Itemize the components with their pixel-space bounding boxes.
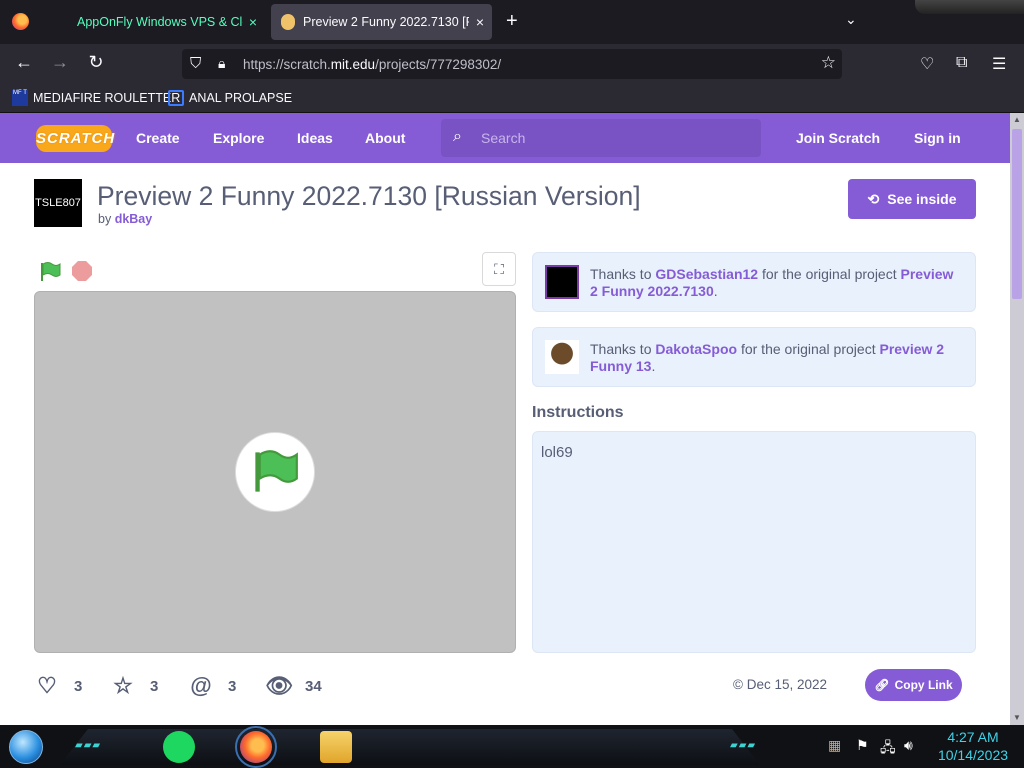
shared-date: © Dec 15, 2022 bbox=[733, 677, 828, 692]
avatar[interactable] bbox=[545, 265, 579, 299]
spotify-icon[interactable] bbox=[163, 731, 195, 763]
remix-count: 3 bbox=[228, 677, 237, 695]
lock-icon[interactable]: 🔒︎ bbox=[218, 55, 225, 72]
menu-icon[interactable]: ☰ bbox=[992, 54, 1006, 74]
love-stat[interactable]: ♡ 3 bbox=[34, 673, 82, 699]
pocket-icon[interactable]: ♡ bbox=[920, 54, 934, 74]
scroll-down-icon[interactable]: ▼ bbox=[1010, 713, 1024, 722]
remix-user-link[interactable]: DakotaSpoo bbox=[655, 341, 737, 357]
remix-credit: Thanks to DakotaSpoo for the original pr… bbox=[532, 327, 976, 387]
star-icon[interactable]: ☆ bbox=[110, 673, 136, 699]
file-explorer-icon[interactable] bbox=[320, 731, 352, 763]
scratch-navbar: SCRATCH Create Explore Ideas About ⌕ Sea… bbox=[0, 113, 1010, 163]
sign-in-link[interactable]: Sign in bbox=[914, 130, 961, 146]
new-tab-button[interactable]: + bbox=[506, 10, 518, 33]
tab-scratch-project[interactable]: Preview 2 Funny 2022.7130 [Rus × bbox=[271, 4, 492, 40]
instructions-heading: Instructions bbox=[532, 404, 624, 421]
author-link[interactable]: dkBay bbox=[115, 212, 153, 226]
bookmark-mediafire[interactable]: MF T MEDIAFIRE ROULETTER bbox=[12, 90, 180, 106]
bookmarks-toolbar: MF T MEDIAFIRE ROULETTER ANAL PROLAPSE bbox=[0, 84, 1024, 113]
network-icon[interactable]: 🖧︎ bbox=[880, 737, 896, 761]
firefox-icon[interactable] bbox=[235, 726, 277, 768]
nav-about[interactable]: About bbox=[365, 130, 405, 146]
search-input[interactable]: ⌕ Search bbox=[441, 119, 761, 157]
project-stage[interactable] bbox=[34, 291, 516, 653]
reload-icon[interactable]: ↻ bbox=[84, 52, 108, 73]
tab-title: AppOnFly Windows VPS & Clou bbox=[77, 15, 243, 29]
green-flag-icon[interactable] bbox=[39, 261, 61, 283]
see-inside-button[interactable]: ⟲ See inside bbox=[848, 179, 976, 219]
nav-explore[interactable]: Explore bbox=[213, 130, 264, 146]
link-icon: 🔗︎ bbox=[874, 678, 890, 692]
join-scratch-link[interactable]: Join Scratch bbox=[796, 130, 880, 146]
remix-credit: Thanks to GDSebastian12 for the original… bbox=[532, 252, 976, 312]
tab-close-icon[interactable]: × bbox=[249, 14, 257, 30]
navigation-toolbar: ← → ↻ ⛉ 🔒︎ https://scratch.mit.edu/proje… bbox=[0, 44, 1024, 84]
start-flag-button[interactable] bbox=[235, 432, 315, 512]
view-count: 34 bbox=[305, 677, 322, 695]
mediafire-icon: MF T bbox=[12, 90, 28, 106]
address-bar[interactable]: ⛉ 🔒︎ https://scratch.mit.edu/projects/77… bbox=[182, 49, 842, 79]
scrollbar-thumb[interactable] bbox=[1012, 129, 1022, 299]
favorite-count: 3 bbox=[150, 677, 159, 695]
clock-time: 4:27 AM bbox=[947, 729, 999, 745]
instructions-text: lol69 bbox=[541, 444, 573, 461]
views-stat: 👁︎ 34 bbox=[265, 673, 322, 699]
action-center-flag-icon[interactable]: ⚑ bbox=[856, 737, 869, 754]
scroll-up-icon[interactable]: ▲ bbox=[1010, 115, 1024, 124]
remix-credit-text: Thanks to DakotaSpoo for the original pr… bbox=[590, 341, 945, 374]
taskbar-decoration-lights: ▰▰▰ bbox=[730, 740, 757, 751]
firefox-icon bbox=[12, 13, 29, 30]
volume-icon[interactable]: 🔊︎ bbox=[904, 737, 913, 754]
extensions-icon[interactable]: ⧉ bbox=[956, 54, 967, 72]
copy-link-button[interactable]: 🔗︎ Copy Link bbox=[865, 669, 962, 701]
remix-credit-text: Thanks to GDSebastian12 for the original… bbox=[590, 266, 954, 299]
tab-close-icon[interactable]: × bbox=[476, 14, 484, 30]
scratch-favicon-icon bbox=[281, 14, 295, 30]
project-title: Preview 2 Funny 2022.7130 [Russian Versi… bbox=[97, 181, 641, 211]
window-frame-decoration bbox=[915, 0, 1024, 14]
remix-stat: @ 3 bbox=[188, 673, 236, 699]
see-inside-icon: ⟲ bbox=[867, 190, 880, 207]
bookmark-star-icon[interactable]: ☆ bbox=[821, 53, 836, 73]
clock-date: 10/14/2023 bbox=[937, 747, 1009, 763]
search-icon: ⌕ bbox=[453, 128, 462, 145]
clock[interactable]: 4:27 AM 10/14/2023 bbox=[928, 728, 1018, 764]
bookmark-label: ANAL PROLAPSE bbox=[189, 91, 293, 105]
favorite-stat[interactable]: ☆ 3 bbox=[110, 673, 158, 699]
remix-spiral-icon: @ bbox=[190, 673, 212, 698]
stop-icon[interactable] bbox=[72, 261, 92, 281]
list-all-tabs-icon[interactable]: ⌄ bbox=[845, 11, 857, 28]
instructions-box: lol69 bbox=[532, 431, 976, 653]
taskbar: ▰▰▰ ▰▰▰ ▦ ⚑ 🖧︎ 🔊︎ 4:27 AM 10/14/2023 bbox=[0, 725, 1024, 768]
eye-icon: 👁︎ bbox=[265, 673, 293, 698]
nav-ideas[interactable]: Ideas bbox=[297, 130, 333, 146]
search-placeholder: Search bbox=[481, 130, 526, 146]
author-thumbnail[interactable]: TSLE807 bbox=[34, 179, 82, 227]
scratch-logo[interactable]: SCRATCH bbox=[36, 125, 114, 152]
forward-icon[interactable]: → bbox=[48, 52, 72, 73]
taskbar-decoration-lights: ▰▰▰ bbox=[75, 740, 102, 751]
tab-apponfly[interactable]: AppOnFly Windows VPS & Clou × bbox=[60, 4, 265, 40]
nav-create[interactable]: Create bbox=[136, 130, 180, 146]
remix-user-link[interactable]: GDSebastian12 bbox=[655, 266, 758, 282]
url-text[interactable]: https://scratch.mit.edu/projects/7772983… bbox=[243, 57, 501, 72]
byline: by dkBay bbox=[98, 212, 153, 226]
green-flag-icon bbox=[255, 450, 298, 492]
start-button[interactable] bbox=[9, 730, 43, 764]
avatar[interactable] bbox=[545, 340, 579, 374]
fullscreen-icon[interactable]: ⛶ bbox=[482, 252, 516, 286]
bookmark-second[interactable]: ANAL PROLAPSE bbox=[168, 90, 292, 106]
bookmark-favicon-icon bbox=[168, 90, 184, 106]
tab-bar: AppOnFly Windows VPS & Clou × Preview 2 … bbox=[0, 0, 1024, 44]
tracking-protection-icon[interactable]: ⛉ bbox=[190, 55, 201, 72]
tab-title: Preview 2 Funny 2022.7130 [Rus bbox=[303, 15, 469, 29]
love-count: 3 bbox=[74, 677, 83, 695]
heart-icon[interactable]: ♡ bbox=[34, 673, 60, 699]
tray-app-icon[interactable]: ▦ bbox=[828, 737, 841, 754]
page-viewport: SCRATCH Create Explore Ideas About ⌕ Sea… bbox=[0, 113, 1024, 725]
back-icon[interactable]: ← bbox=[12, 52, 36, 73]
bookmark-label: MEDIAFIRE ROULETTER bbox=[33, 91, 181, 105]
